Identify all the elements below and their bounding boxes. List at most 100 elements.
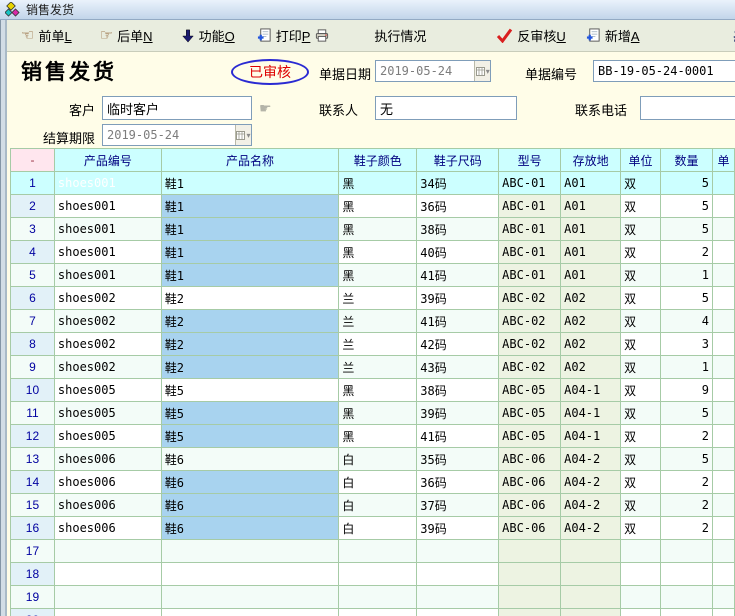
cell-name[interactable]: 鞋5 bbox=[161, 425, 339, 448]
cell-qty[interactable]: 5 bbox=[661, 448, 713, 471]
cell-price[interactable] bbox=[712, 609, 734, 616]
cell-code[interactable]: shoes006 bbox=[54, 448, 161, 471]
cell-qty[interactable]: 2 bbox=[661, 241, 713, 264]
cell-color[interactable]: 黑 bbox=[339, 402, 417, 425]
cell-color[interactable] bbox=[339, 609, 417, 616]
row-number-cell[interactable]: 5 bbox=[11, 264, 55, 287]
cell-price[interactable] bbox=[712, 540, 734, 563]
row-number-cell[interactable]: 17 bbox=[11, 540, 55, 563]
cell-loc[interactable]: A04-2 bbox=[561, 517, 621, 540]
cell-size[interactable]: 40码 bbox=[417, 241, 499, 264]
cell-qty[interactable]: 9 bbox=[661, 379, 713, 402]
cell-size[interactable]: 39码 bbox=[417, 287, 499, 310]
cell-qty[interactable]: 5 bbox=[661, 287, 713, 310]
cell-size[interactable] bbox=[417, 540, 499, 563]
cell-model[interactable]: ABC-06 bbox=[499, 448, 561, 471]
row-number-cell[interactable]: 4 bbox=[11, 241, 55, 264]
cell-qty[interactable]: 1 bbox=[661, 264, 713, 287]
cell-code[interactable] bbox=[54, 586, 161, 609]
cell-code[interactable]: shoes001 bbox=[54, 218, 161, 241]
cell-code[interactable]: shoes002 bbox=[54, 333, 161, 356]
cell-model[interactable] bbox=[499, 540, 561, 563]
cell-color[interactable] bbox=[339, 586, 417, 609]
cell-qty[interactable]: 5 bbox=[661, 218, 713, 241]
cell-model[interactable]: ABC-02 bbox=[499, 356, 561, 379]
cell-loc[interactable]: A04-2 bbox=[561, 494, 621, 517]
cell-qty[interactable] bbox=[661, 586, 713, 609]
cell-model[interactable]: ABC-06 bbox=[499, 494, 561, 517]
cell-name[interactable]: 鞋1 bbox=[161, 195, 339, 218]
cell-size[interactable]: 41码 bbox=[417, 264, 499, 287]
cell-loc[interactable]: A01 bbox=[561, 264, 621, 287]
cell-color[interactable]: 白 bbox=[339, 494, 417, 517]
cell-loc[interactable] bbox=[561, 609, 621, 616]
cell-model[interactable]: ABC-02 bbox=[499, 333, 561, 356]
cell-size[interactable]: 39码 bbox=[417, 402, 499, 425]
next-doc-button[interactable]: ☞后单N bbox=[100, 26, 153, 45]
row-number-cell[interactable]: 13 bbox=[11, 448, 55, 471]
cell-name[interactable]: 鞋2 bbox=[161, 287, 339, 310]
cell-price[interactable] bbox=[712, 287, 734, 310]
cell-color[interactable]: 黑 bbox=[339, 195, 417, 218]
cell-code[interactable]: shoes001 bbox=[54, 264, 161, 287]
cell-unit[interactable] bbox=[621, 563, 661, 586]
cell-size[interactable]: 37码 bbox=[417, 494, 499, 517]
cell-color[interactable]: 白 bbox=[339, 448, 417, 471]
cell-model[interactable]: ABC-02 bbox=[499, 287, 561, 310]
cell-model[interactable]: ABC-06 bbox=[499, 517, 561, 540]
add-new-button[interactable]: 新增A bbox=[586, 26, 640, 45]
cell-unit[interactable]: 双 bbox=[621, 471, 661, 494]
cell-name[interactable]: 鞋2 bbox=[161, 333, 339, 356]
cell-qty[interactable] bbox=[661, 540, 713, 563]
cell-qty[interactable] bbox=[661, 609, 713, 616]
cell-loc[interactable]: A04-2 bbox=[561, 471, 621, 494]
cell-qty[interactable]: 2 bbox=[661, 425, 713, 448]
cell-loc[interactable] bbox=[561, 563, 621, 586]
cell-color[interactable] bbox=[339, 563, 417, 586]
cell-size[interactable]: 42码 bbox=[417, 333, 499, 356]
cell-unit[interactable]: 双 bbox=[621, 241, 661, 264]
cell-model[interactable]: ABC-05 bbox=[499, 402, 561, 425]
cell-size[interactable] bbox=[417, 563, 499, 586]
cell-name[interactable]: 鞋2 bbox=[161, 356, 339, 379]
cell-qty[interactable]: 5 bbox=[661, 195, 713, 218]
cell-price[interactable] bbox=[712, 517, 734, 540]
cell-loc[interactable] bbox=[561, 586, 621, 609]
cell-loc[interactable]: A04-1 bbox=[561, 425, 621, 448]
column-header-size[interactable]: 鞋子尺码 bbox=[417, 149, 499, 172]
cell-price[interactable] bbox=[712, 333, 734, 356]
cell-price[interactable] bbox=[712, 563, 734, 586]
cell-unit[interactable]: 双 bbox=[621, 172, 661, 195]
cell-unit[interactable]: 双 bbox=[621, 218, 661, 241]
row-number-cell[interactable]: 20 bbox=[11, 609, 55, 616]
cell-unit[interactable]: 双 bbox=[621, 494, 661, 517]
row-number-cell[interactable]: 11 bbox=[11, 402, 55, 425]
cell-model[interactable]: ABC-06 bbox=[499, 471, 561, 494]
cell-code[interactable]: shoes005 bbox=[54, 402, 161, 425]
cell-loc[interactable]: A01 bbox=[561, 172, 621, 195]
cell-color[interactable] bbox=[339, 540, 417, 563]
cell-price[interactable] bbox=[712, 494, 734, 517]
cell-unit[interactable]: 双 bbox=[621, 379, 661, 402]
cell-size[interactable] bbox=[417, 609, 499, 616]
cell-qty[interactable]: 3 bbox=[661, 333, 713, 356]
cell-qty[interactable] bbox=[661, 563, 713, 586]
cell-name[interactable]: 鞋6 bbox=[161, 517, 339, 540]
cell-color[interactable]: 兰 bbox=[339, 333, 417, 356]
cell-price[interactable] bbox=[712, 264, 734, 287]
cell-qty[interactable]: 4 bbox=[661, 310, 713, 333]
cell-unit[interactable]: 双 bbox=[621, 402, 661, 425]
row-number-cell[interactable]: 14 bbox=[11, 471, 55, 494]
exec-status-button[interactable]: 执行情况 bbox=[374, 26, 426, 45]
cell-unit[interactable]: 双 bbox=[621, 356, 661, 379]
cell-color[interactable]: 白 bbox=[339, 517, 417, 540]
cell-model[interactable]: ABC-05 bbox=[499, 425, 561, 448]
row-number-cell[interactable]: 12 bbox=[11, 425, 55, 448]
cell-code[interactable]: shoes001 bbox=[54, 241, 161, 264]
cell-loc[interactable]: A02 bbox=[561, 356, 621, 379]
cell-color[interactable]: 黑 bbox=[339, 379, 417, 402]
cell-loc[interactable]: A01 bbox=[561, 241, 621, 264]
cell-size[interactable]: 36码 bbox=[417, 195, 499, 218]
cell-code[interactable] bbox=[54, 563, 161, 586]
cell-model[interactable]: ABC-05 bbox=[499, 379, 561, 402]
